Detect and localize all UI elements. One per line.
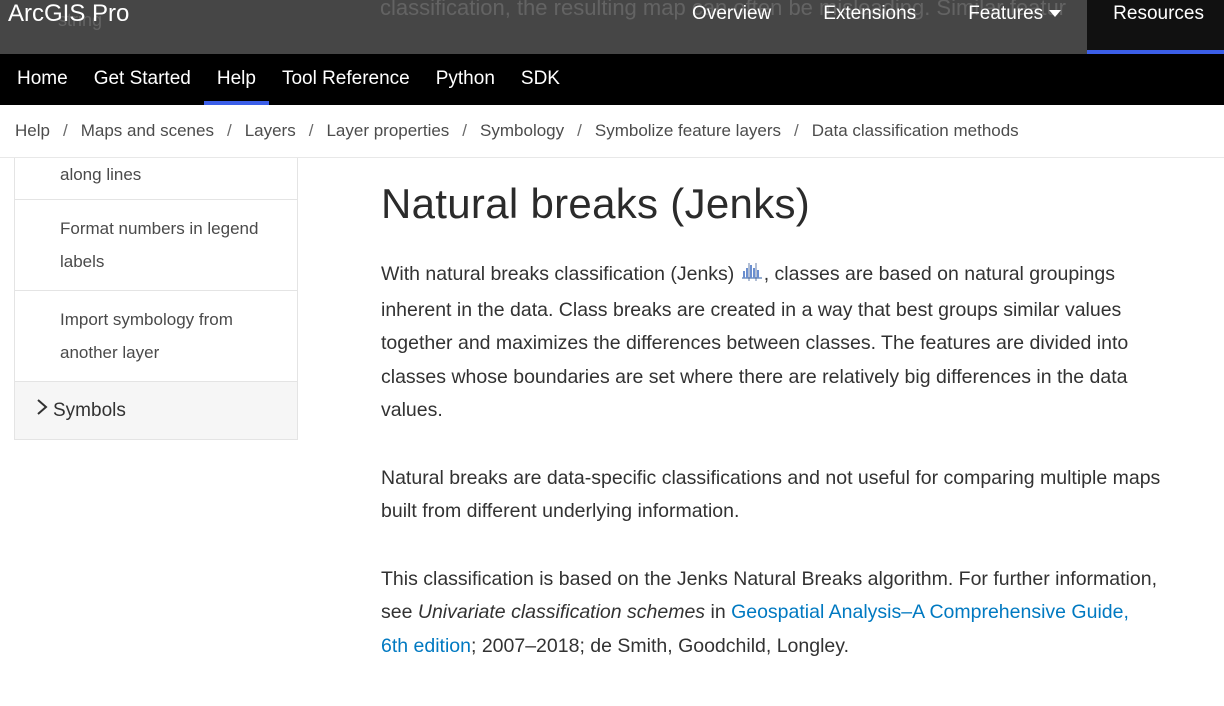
nav-extensions[interactable]: Extensions (797, 0, 942, 54)
chevron-down-icon (1049, 10, 1062, 18)
italic-reference: Univariate classification schemes (417, 601, 706, 623)
breadcrumb-layers[interactable]: Layers (245, 121, 296, 141)
subnav-home[interactable]: Home (4, 54, 81, 105)
nav-features-label: Features (968, 3, 1044, 24)
sidebar-item-along-lines[interactable]: along lines (14, 158, 298, 200)
sidebar-item-label: Import symbology from another layer (60, 310, 233, 362)
nav-extensions-label: Extensions (823, 3, 917, 24)
breadcrumb-separator: / (462, 121, 468, 140)
nav-resources[interactable]: Resources (1087, 0, 1224, 54)
paragraph-text: With natural breaks classification (Jenk… (381, 263, 740, 285)
subnav-tool-reference[interactable]: Tool Reference (269, 54, 423, 105)
brand-title[interactable]: ArcGIS Pro (8, 0, 129, 28)
nav-resources-label: Resources (1113, 3, 1204, 24)
sidebar-item-import-symbology[interactable]: Import symbology from another layer (14, 291, 298, 382)
sidebar-item-label: Format numbers in legend labels (60, 219, 259, 271)
breadcrumb-separator: / (577, 121, 582, 140)
subnav-get-started[interactable]: Get Started (81, 54, 204, 105)
sidebar-item-label: along lines (60, 165, 142, 184)
breadcrumb-help[interactable]: Help (15, 121, 50, 141)
sidebar-item-symbols[interactable]: Symbols (14, 382, 298, 440)
product-nav: Overview Extensions Features Resources (666, 0, 1224, 54)
help-nav: Home Get Started Help Tool Reference Pyt… (0, 54, 1224, 105)
breadcrumb-layer-properties[interactable]: Layer properties (326, 121, 449, 141)
nav-overview[interactable]: Overview (666, 0, 797, 54)
subnav-python[interactable]: Python (423, 54, 508, 105)
breadcrumb-maps-and-scenes[interactable]: Maps and scenes (81, 121, 214, 141)
product-header: classification, the resulting map can of… (0, 0, 1224, 54)
subnav-help[interactable]: Help (203, 54, 270, 105)
breadcrumb: Help / Maps and scenes / Layers / Layer … (0, 105, 1224, 158)
breadcrumb-symbology[interactable]: Symbology (480, 121, 564, 141)
sidebar-toc: along lines Format numbers in legend lab… (14, 158, 298, 440)
sidebar-item-format-numbers[interactable]: Format numbers in legend labels (14, 200, 298, 291)
breadcrumb-separator: / (62, 121, 68, 140)
nav-features[interactable]: Features (942, 0, 1087, 54)
article-paragraph-3: This classification is based on the Jenk… (381, 563, 1161, 664)
breadcrumb-separator: / (794, 121, 799, 140)
article: Natural breaks (Jenks) With natural brea… (381, 158, 1161, 663)
subnav-sdk[interactable]: SDK (508, 54, 573, 105)
page-title: Natural breaks (Jenks) (381, 180, 811, 227)
natural-breaks-icon (741, 260, 763, 294)
breadcrumb-separator: / (308, 121, 314, 140)
paragraph-text: in (705, 601, 732, 623)
breadcrumb-data-classification-methods[interactable]: Data classification methods (812, 121, 1019, 141)
article-paragraph-1: With natural breaks classification (Jenk… (381, 258, 1161, 428)
article-paragraph-2: Natural breaks are data-specific classif… (381, 466, 1161, 523)
paragraph-text: ; 2007–2018; de Smith, Goodchild, Longle… (471, 634, 849, 657)
chevron-right-icon (35, 382, 49, 440)
breadcrumb-separator: / (226, 121, 232, 140)
breadcrumb-symbolize-feature-layers[interactable]: Symbolize feature layers (595, 121, 781, 141)
sidebar-item-label: Symbols (53, 400, 126, 422)
nav-overview-label: Overview (692, 3, 772, 24)
